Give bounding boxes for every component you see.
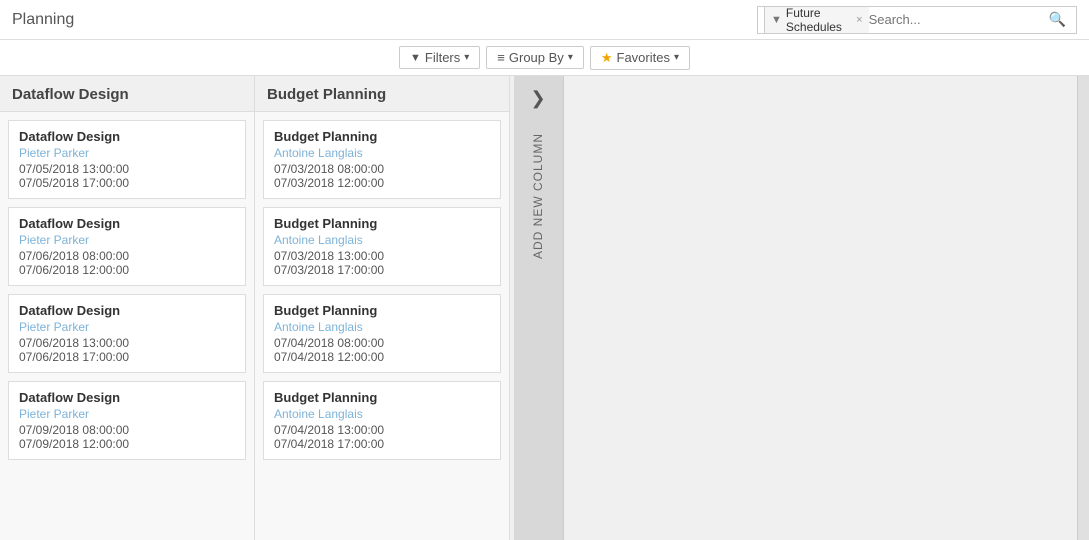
filters-button[interactable]: ▼ Filters ▾ — [399, 46, 480, 69]
card[interactable]: Dataflow Design Pieter Parker 07/06/2018 1… — [8, 294, 246, 373]
filter-tag-close[interactable]: × — [856, 14, 862, 26]
card-title: Budget Planning — [274, 216, 490, 231]
card-person: Pieter Parker — [19, 320, 235, 334]
favorites-label: Favorites — [617, 50, 670, 65]
filter-tag: ▼ Future Schedules × — [764, 6, 869, 34]
card-date-end: 07/03/2018 17:00:00 — [274, 263, 490, 277]
card-person: Pieter Parker — [19, 146, 235, 160]
favorites-caret-icon: ▾ — [674, 52, 679, 63]
card[interactable]: Dataflow Design Pieter Parker 07/05/2018 1… — [8, 120, 246, 199]
card-date-start: 07/04/2018 08:00:00 — [274, 336, 490, 350]
filter-tag-label: Future Schedules — [786, 6, 852, 34]
card-person: Antoine Langlais — [274, 233, 490, 247]
right-empty — [564, 76, 1078, 540]
add-column-area: ❯ ADD NEW COLUMN — [514, 76, 564, 540]
card-date-end: 07/03/2018 12:00:00 — [274, 176, 490, 190]
filters-label: Filters — [425, 50, 460, 65]
main-content: Dataflow Design Dataflow Design Pieter Par… — [0, 76, 1089, 540]
card-title: Budget Planning — [274, 303, 490, 318]
card-date-end: 07/04/2018 17:00:00 — [274, 437, 490, 451]
column-cards-budget: Budget Planning Antoine Langlais 07/03/201… — [255, 112, 509, 540]
card-person: Antoine Langlais — [274, 146, 490, 160]
list-icon: ≡ — [497, 50, 505, 65]
card-person: Antoine Langlais — [274, 407, 490, 421]
search-box: ▼ Future Schedules × 🔍 — [757, 6, 1077, 34]
card-date-start: 07/04/2018 13:00:00 — [274, 423, 490, 437]
column-header-budget: Budget Planning — [255, 76, 509, 112]
add-new-column-label[interactable]: ADD NEW COLUMN — [531, 133, 545, 259]
kanban-area: Dataflow Design Dataflow Design Pieter Par… — [0, 76, 514, 540]
card-date-start: 07/09/2018 08:00:00 — [19, 423, 235, 437]
scrollbar[interactable] — [1077, 76, 1089, 540]
search-area: ▼ Future Schedules × 🔍 — [757, 6, 1077, 34]
card-title: Dataflow Design — [19, 303, 235, 318]
card-person: Pieter Parker — [19, 407, 235, 421]
page-title: Planning — [12, 11, 74, 29]
card-date-start: 07/03/2018 08:00:00 — [274, 162, 490, 176]
card-title: Budget Planning — [274, 129, 490, 144]
card[interactable]: Budget Planning Antoine Langlais 07/03/201… — [263, 120, 501, 199]
kanban-column-budget: Budget Planning Budget Planning Antoine La… — [255, 76, 510, 540]
card-title: Dataflow Design — [19, 129, 235, 144]
column-header-dataflow: Dataflow Design — [0, 76, 254, 112]
card-person: Antoine Langlais — [274, 320, 490, 334]
card-title: Budget Planning — [274, 390, 490, 405]
card[interactable]: Dataflow Design Pieter Parker 07/06/2018 0… — [8, 207, 246, 286]
search-input[interactable] — [869, 12, 1045, 27]
card[interactable]: Dataflow Design Pieter Parker 07/09/2018 0… — [8, 381, 246, 460]
card-date-end: 07/05/2018 17:00:00 — [19, 176, 235, 190]
groupby-caret-icon: ▾ — [568, 52, 573, 63]
toolbar-bar: ▼ Filters ▾ ≡ Group By ▾ ★ Favorites ▾ — [0, 40, 1089, 76]
card-date-start: 07/06/2018 08:00:00 — [19, 249, 235, 263]
card-date-start: 07/06/2018 13:00:00 — [19, 336, 235, 350]
card[interactable]: Budget Planning Antoine Langlais 07/04/201… — [263, 294, 501, 373]
groupby-button[interactable]: ≡ Group By ▾ — [486, 46, 584, 69]
card-title: Dataflow Design — [19, 216, 235, 231]
card-title: Dataflow Design — [19, 390, 235, 405]
card-date-end: 07/06/2018 17:00:00 — [19, 350, 235, 364]
filter-icon: ▼ — [410, 52, 421, 64]
card-date-start: 07/03/2018 13:00:00 — [274, 249, 490, 263]
funnel-icon: ▼ — [771, 14, 782, 26]
expand-button[interactable]: ❯ — [526, 84, 549, 113]
card[interactable]: Budget Planning Antoine Langlais 07/04/201… — [263, 381, 501, 460]
card[interactable]: Budget Planning Antoine Langlais 07/03/201… — [263, 207, 501, 286]
groupby-label: Group By — [509, 50, 564, 65]
card-date-end: 07/06/2018 12:00:00 — [19, 263, 235, 277]
card-person: Pieter Parker — [19, 233, 235, 247]
card-date-start: 07/05/2018 13:00:00 — [19, 162, 235, 176]
card-date-end: 07/04/2018 12:00:00 — [274, 350, 490, 364]
header-bar: Planning ▼ Future Schedules × 🔍 — [0, 0, 1089, 40]
favorites-button[interactable]: ★ Favorites ▾ — [590, 46, 690, 70]
card-date-end: 07/09/2018 12:00:00 — [19, 437, 235, 451]
search-button[interactable]: 🔍 — [1045, 9, 1070, 30]
kanban-column-dataflow: Dataflow Design Dataflow Design Pieter Par… — [0, 76, 255, 540]
column-cards-dataflow: Dataflow Design Pieter Parker 07/05/2018 1… — [0, 112, 254, 540]
filters-caret-icon: ▾ — [464, 52, 469, 63]
star-icon: ★ — [601, 50, 613, 66]
